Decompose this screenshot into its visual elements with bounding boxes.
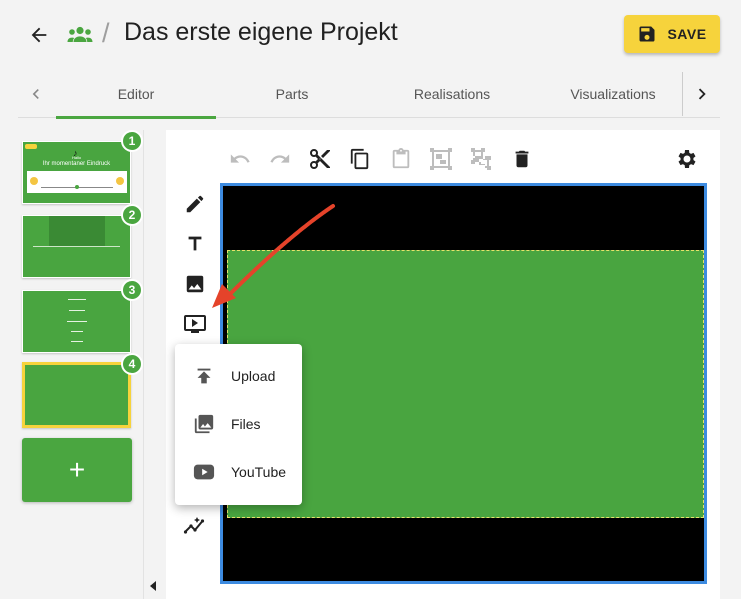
group-objects-icon — [430, 148, 452, 170]
chart-icon — [183, 517, 205, 534]
group-button[interactable] — [428, 146, 454, 172]
tab-parts[interactable]: Parts — [212, 70, 372, 118]
slide-2-line — [33, 246, 120, 247]
draw-tool[interactable] — [182, 191, 208, 217]
slide-number-badge: 1 — [121, 130, 143, 152]
menu-item-label: Files — [231, 416, 261, 432]
slide-number-badge: 3 — [121, 279, 143, 301]
slide-3-text-line — [68, 299, 86, 300]
sad-face-icon — [30, 177, 38, 185]
menu-item-upload[interactable]: Upload — [175, 352, 302, 400]
tab-bar: Editor Parts Realisations Visualizations — [18, 70, 720, 119]
copy-button[interactable] — [347, 146, 373, 172]
tab-visualizations[interactable]: Visualizations — [533, 70, 693, 118]
tab-scroll-left-button[interactable] — [22, 80, 50, 108]
slide-number-badge: 4 — [121, 353, 143, 375]
slide-1-subtitle: Ihr momentaner Eindruck — [42, 161, 111, 167]
paste-button[interactable] — [388, 146, 414, 172]
slide-1-logo — [25, 144, 37, 149]
add-slide-button[interactable]: + — [22, 438, 132, 502]
media-source-menu: Upload Files YouTube — [175, 344, 302, 505]
copy-icon — [350, 148, 369, 170]
scale-marker — [75, 185, 79, 189]
group-icon — [67, 26, 93, 49]
slide-3-text-line — [67, 321, 87, 322]
image-icon — [186, 275, 204, 293]
slide-2-panel — [49, 216, 105, 246]
ungroup-button[interactable] — [469, 146, 495, 172]
tab-realisations[interactable]: Realisations — [372, 70, 532, 118]
chevron-right-icon — [698, 88, 706, 100]
ungroup-objects-icon — [471, 148, 491, 170]
text-icon — [188, 236, 202, 251]
redo-icon — [270, 154, 290, 163]
cut-button[interactable] — [307, 146, 333, 172]
slide-thumbnail-3[interactable] — [22, 290, 131, 353]
upload-icon — [192, 364, 216, 388]
menu-item-files[interactable]: Files — [175, 400, 302, 448]
arrow-left-icon — [31, 27, 47, 43]
cut-icon — [310, 149, 330, 169]
save-label: SAVE — [667, 26, 707, 42]
delete-icon — [515, 150, 529, 168]
redo-button[interactable] — [267, 146, 293, 172]
youtube-icon — [192, 460, 216, 484]
image-tool[interactable] — [182, 271, 208, 297]
page-title: Das erste eigene Projekt — [124, 18, 398, 46]
undo-icon — [230, 154, 250, 163]
video-icon — [184, 315, 206, 333]
text-tool[interactable] — [182, 231, 208, 257]
slide-3-text-line — [71, 341, 83, 342]
breadcrumb-separator: / — [102, 18, 110, 48]
video-tool[interactable] — [182, 311, 208, 337]
slide-thumbnail-4[interactable] — [22, 362, 131, 428]
chart-tool[interactable] — [182, 512, 208, 538]
menu-item-label: YouTube — [231, 464, 287, 480]
photo-library-icon — [192, 412, 216, 436]
delete-button[interactable] — [509, 146, 535, 172]
happy-face-icon — [116, 177, 124, 185]
save-button[interactable]: SAVE — [624, 15, 720, 53]
back-button[interactable] — [26, 22, 52, 48]
chevron-left-icon — [32, 89, 39, 99]
rating-scale — [27, 171, 127, 193]
settings-icon — [678, 150, 696, 168]
collapse-panel-button[interactable] — [148, 578, 160, 594]
tab-scroll-right-button[interactable] — [688, 80, 716, 108]
slide-3-text-line — [69, 310, 85, 311]
slide-thumbnail-1[interactable]: ♪ Hallo Ihr momentaner Eindruck — [22, 141, 131, 204]
paste-icon — [392, 148, 410, 169]
menu-item-youtube[interactable]: YouTube — [175, 448, 302, 496]
slide-3-text-line — [71, 331, 83, 332]
tab-divider — [682, 72, 683, 116]
undo-button[interactable] — [227, 146, 253, 172]
slide-number-badge: 2 — [121, 204, 143, 226]
floppy-disk-icon — [639, 26, 655, 42]
tab-editor[interactable]: Editor — [56, 70, 216, 119]
panel-divider — [143, 130, 144, 599]
slide-thumbnail-2[interactable] — [22, 215, 131, 278]
slide-1-heading: Hallo — [71, 155, 82, 160]
settings-button[interactable] — [673, 146, 699, 172]
menu-item-label: Upload — [231, 368, 276, 384]
pencil-icon — [186, 195, 204, 213]
